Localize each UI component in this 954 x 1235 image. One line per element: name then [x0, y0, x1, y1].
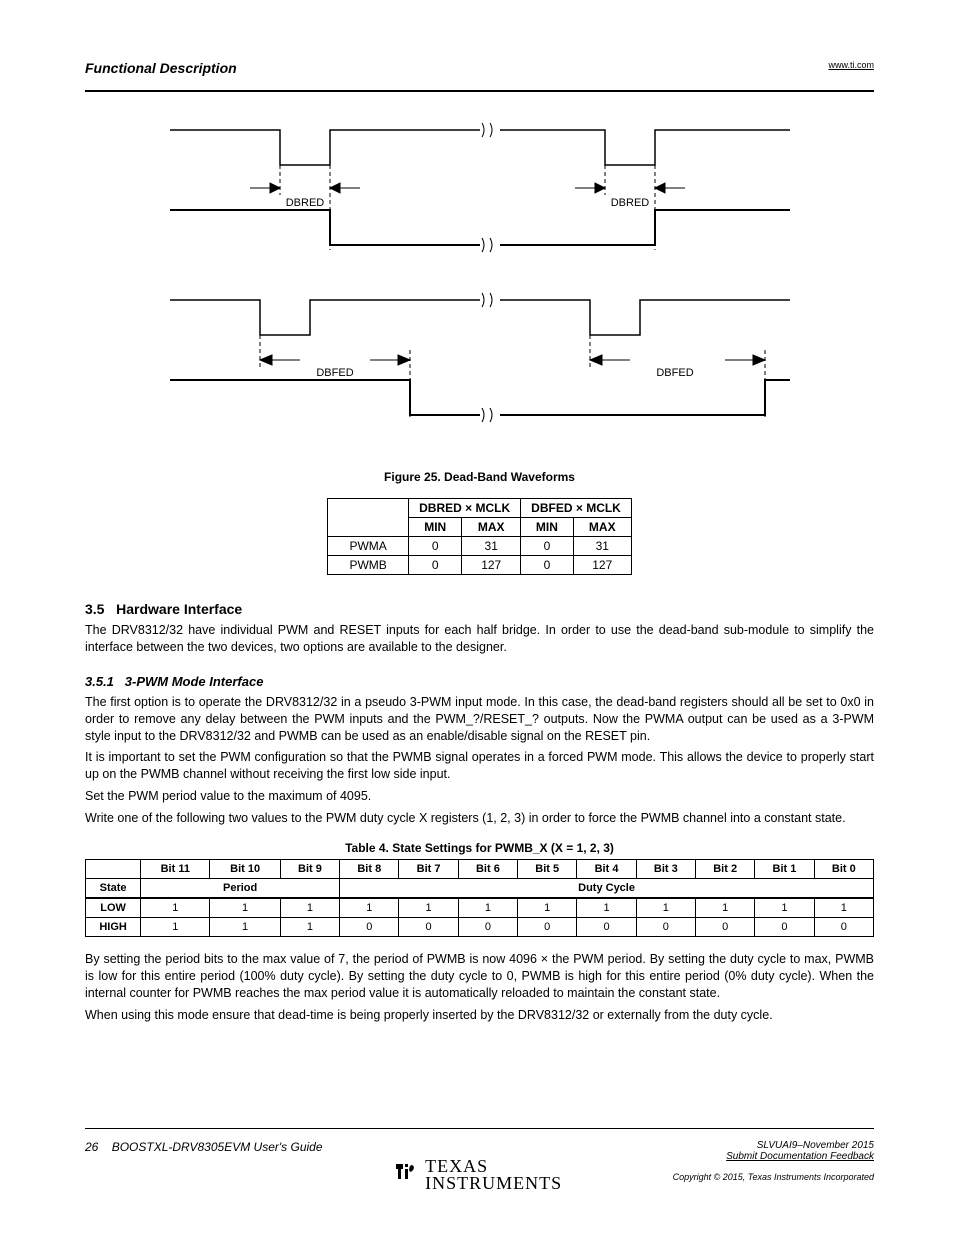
header-link[interactable]: www.ti.com: [828, 60, 874, 70]
db-table: DBRED × MCLK DBFED × MCLK MIN MAX MIN MA…: [327, 498, 632, 575]
db-sub-min1: MIN: [409, 518, 462, 537]
sec-3-5-para: The DRV8312/32 have individual PWM and R…: [85, 622, 874, 656]
db-row-pwmb: PWMB 0 127 0 127: [328, 556, 632, 575]
table4-caption: Table 4. State Settings for PWMB_X (X = …: [85, 841, 874, 855]
dbfed-1: DBFED: [316, 367, 353, 379]
sec-3-5-1-heading: 3.5.1 3-PWM Mode Interface: [85, 674, 874, 689]
db-sub-max1: MAX: [462, 518, 521, 537]
timing-svg: PWMA PWMB: [160, 110, 800, 460]
sec351-p2: It is important to set the PWM configura…: [85, 749, 874, 783]
page-header: Functional Description www.ti.com: [85, 60, 874, 92]
state-table: Bit 11 Bit 10 Bit 9 Bit 8 Bit 7 Bit 6 Bi…: [85, 859, 874, 937]
sec351-after: By setting the period bits to the max va…: [85, 951, 874, 1002]
dbred-1: DBRED: [285, 197, 324, 209]
sec351-p4: Write one of the following two values to…: [85, 810, 874, 827]
sec351-p1: The first option is to operate the DRV83…: [85, 694, 874, 745]
timing-figure: PWMA PWMB: [160, 110, 800, 460]
header-title: Functional Description: [85, 60, 237, 76]
page-number: 26 BOOSTXL-DRV8305EVM User's Guide: [85, 1140, 323, 1154]
state-table-bits: Bit 11 Bit 10 Bit 9 Bit 8 Bit 7 Bit 6 Bi…: [86, 859, 874, 878]
db-sub-min2: MIN: [521, 518, 573, 537]
header-right: www.ti.com: [828, 60, 874, 71]
state-row-low: LOW 1 1 1 1 1 1 1 1 1 1 1 1: [86, 898, 874, 918]
ti-logo-icon: [392, 1160, 418, 1186]
sec351-last: When using this mode ensure that dead-ti…: [85, 1007, 874, 1024]
ti-logo: TEXAS INSTRUMENTS: [0, 1158, 954, 1192]
db-col-dbfed: DBFED × MCLK: [521, 499, 632, 518]
sec351-p3: Set the PWM period value to the maximum …: [85, 788, 874, 805]
state-table-group: State Period Duty Cycle: [86, 878, 874, 898]
db-col-dbred: DBRED × MCLK: [409, 499, 521, 518]
state-row-high: HIGH 1 1 1 0 0 0 0 0 0 0 0 0: [86, 917, 874, 936]
db-sub-max2: MAX: [573, 518, 631, 537]
footer-rule: [85, 1128, 874, 1129]
dbfed-2: DBFED: [656, 367, 693, 379]
page: Functional Description www.ti.com PWMA P…: [0, 0, 954, 1235]
db-row-pwma: PWMA 0 31 0 31: [328, 537, 632, 556]
figure-caption: Figure 25. Dead-Band Waveforms: [85, 470, 874, 484]
dbred-2: DBRED: [610, 197, 649, 209]
sec-3-5-heading: 3.5 Hardware Interface: [85, 601, 874, 617]
